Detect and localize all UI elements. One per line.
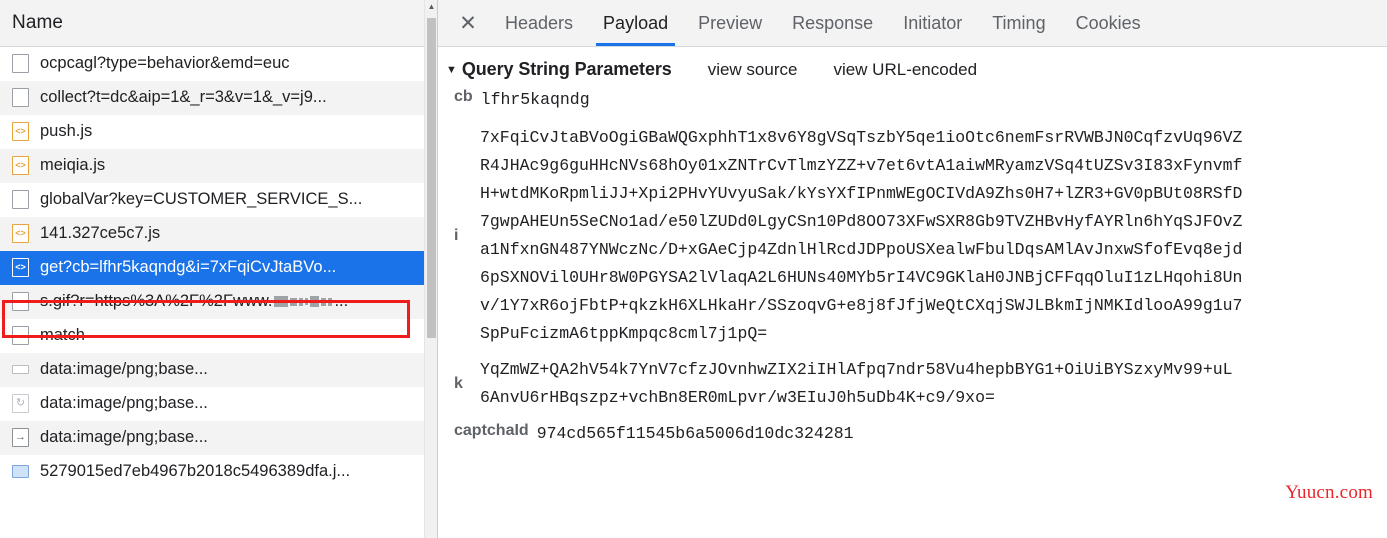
parameter-key: i [454, 227, 459, 244]
network-request-row[interactable]: 5279015ed7eb4967b2018c5496389dfa.j... [0, 455, 437, 489]
parameter-value-line: SpPuFcizmA6tppKmpqc8cml7j1pQ= [480, 324, 768, 343]
tab-initiator[interactable]: Initiator [888, 0, 977, 46]
network-request-row[interactable]: ↻ data:image/png;base... [0, 387, 437, 421]
query-parameter-row: i 7xFqiCvJtaBVoOgiGBaWQGxphhT1x8v6Y8gVSqT… [454, 124, 1387, 348]
network-request-row[interactable]: <> 141.327ce5c7.js [0, 217, 437, 251]
network-request-row[interactable]: match [0, 319, 437, 353]
network-row-container: ocpcagl?type=behavior&emd=euc collect?t=d… [0, 47, 437, 538]
query-parameter-list: cb lfhr5kaqndg i 7xFqiCvJtaBVoOgiGBaWQGxphh… [446, 86, 1387, 458]
request-name-ellipsis: ... [334, 292, 349, 310]
parameter-key: captchaId [454, 422, 529, 439]
request-name-label: 5279015ed7eb4967b2018c5496389dfa.j... [40, 462, 351, 480]
parameter-value-line: a1NfxnGN487YNWczNc/D+xGAeCjp4ZdnlHlRcdJD… [480, 240, 1243, 259]
request-name-label: match [40, 326, 85, 344]
network-request-row[interactable]: globalVar?key=CUSTOMER_SERVICE_S... [0, 183, 437, 217]
query-string-section-header[interactable]: ▼ Query String Parameters view source vi… [446, 59, 1387, 80]
network-request-row[interactable]: → data:image/png;base... [0, 421, 437, 455]
network-request-row[interactable]: <> push.js [0, 115, 437, 149]
document-icon [12, 88, 29, 107]
column-header-name[interactable]: Name [12, 12, 63, 34]
close-icon[interactable]: ✕ [446, 0, 490, 46]
parameter-value-line: R4JHAc9g6guHHcNVs68hOy01xZNTrCvTlmzYZZ+v… [480, 156, 1243, 175]
request-name-label: get?cb=lfhr5kaqndg&i=7xFqiCvJtaBVo... [40, 258, 337, 276]
parameter-value-line: 6pSXNOVil0UHr8W0PGYSA2lVlaqA2L6HUNs40MYb… [480, 268, 1243, 287]
tab-headers[interactable]: Headers [490, 0, 588, 46]
tab-preview[interactable]: Preview [683, 0, 777, 46]
request-name-label: globalVar?key=CUSTOMER_SERVICE_S... [40, 190, 363, 208]
query-parameter-row: captchaId 974cd565f11545b6a5006d10dc32428… [454, 420, 1387, 448]
request-name-label: collect?t=dc&aip=1&_r=3&v=1&_v=j9... [40, 88, 327, 106]
request-name-label: 141.327ce5c7.js [40, 224, 161, 242]
network-request-row[interactable]: collect?t=dc&aip=1&_r=3&v=1&_v=j9... [0, 81, 437, 115]
network-request-list-panel: Name ocpcagl?type=behavior&emd=euc collec… [0, 0, 438, 538]
javascript-icon: <> [12, 224, 29, 243]
view-source-link[interactable]: view source [708, 60, 798, 80]
devtools-window: Name ocpcagl?type=behavior&emd=euc collec… [0, 0, 1387, 538]
parameter-value-line: v/1Y7xR6ojFbtP+qkzkH6XLHkaHr/SSzoqvG+e8j… [480, 296, 1243, 315]
tab-payload[interactable]: Payload [588, 0, 683, 46]
placeholder-icon [12, 365, 29, 374]
redacted-text-block [273, 292, 333, 311]
document-icon [12, 54, 29, 73]
tab-timing[interactable]: Timing [977, 0, 1060, 46]
tab-cookies[interactable]: Cookies [1061, 0, 1156, 46]
parameter-value[interactable]: lfhr5kaqndg [481, 86, 590, 114]
request-name-label: push.js [40, 122, 93, 140]
detail-tab-bar: ✕ Headers Payload Preview Response Initiator… [438, 0, 1387, 47]
request-detail-panel: ✕ Headers Payload Preview Response Initiator… [438, 0, 1387, 538]
parameter-value-line: 7xFqiCvJtaBVoOgiGBaWQGxphhT1x8v6Y8gVSqTs… [480, 128, 1243, 147]
parameter-value-line: 6AnvU6rHBqszpz+vchBn8ER0mLpvr/w3EIuJ0h5u… [480, 388, 995, 407]
parameter-value-line: H+wtdMKoRpmliJJ+Xpi2PHvYUvyuSak/kYsYXfIP… [480, 184, 1243, 203]
view-url-encoded-link[interactable]: view URL-encoded [833, 60, 977, 80]
network-list-scrollbar[interactable]: ▲ [424, 0, 437, 538]
parameter-value-line: 7gwpAHEUn5SeCNo1ad/e50lZUDd0LgyCSn10Pd8O… [480, 212, 1243, 231]
row-spacer [454, 412, 1387, 420]
query-parameter-row: k YqZmWZ+QA2hV54k7YnV7cfzJOvnhwZIX2iIHlAf… [454, 356, 1387, 412]
scroll-up-arrow-icon[interactable]: ▲ [427, 2, 436, 11]
row-spacer [454, 348, 1387, 356]
tab-list: Headers Payload Preview Response Initiator Ti… [490, 0, 1156, 46]
request-name-label: s.gif?r=https%3A%2F%2Fwww. [40, 292, 273, 310]
request-name-label: ocpcagl?type=behavior&emd=euc [40, 54, 290, 72]
javascript-icon: <> [12, 156, 29, 175]
query-parameter-row: cb lfhr5kaqndg [454, 86, 1387, 114]
document-icon [12, 326, 29, 345]
chevron-down-icon[interactable]: ▼ [446, 65, 457, 76]
network-request-row[interactable]: ocpcagl?type=behavior&emd=euc [0, 47, 437, 81]
pending-icon: ↻ [12, 394, 29, 413]
request-name-label: data:image/png;base... [40, 360, 208, 378]
parameter-value[interactable]: 974cd565f11545b6a5006d10dc324281 [537, 420, 854, 448]
redirect-icon: → [12, 428, 29, 447]
section-title: Query String Parameters [461, 59, 672, 79]
row-spacer [454, 450, 1387, 458]
parameter-key: cb [454, 88, 473, 105]
network-request-row[interactable]: data:image/png;base... [0, 353, 437, 387]
document-icon [12, 190, 29, 209]
image-icon [12, 465, 29, 478]
network-request-row[interactable]: <> get?cb=lfhr5kaqndg&i=7xFqiCvJtaBVo... [0, 251, 437, 285]
document-icon [12, 292, 29, 311]
javascript-icon: <> [12, 122, 29, 141]
network-request-row[interactable]: s.gif?r=https%3A%2F%2Fwww.... [0, 285, 437, 319]
network-request-row[interactable]: <> meiqia.js [0, 149, 437, 183]
scrollbar-thumb[interactable] [427, 18, 436, 338]
javascript-icon: <> [12, 258, 29, 277]
parameter-value[interactable]: 7xFqiCvJtaBVoOgiGBaWQGxphhT1x8v6Y8gVSqTs… [480, 124, 1242, 348]
request-name-label: data:image/png;base... [40, 394, 208, 412]
parameter-value[interactable]: YqZmWZ+QA2hV54k7YnV7cfzJOvnhwZIX2iIHlAfp… [480, 356, 1233, 412]
network-list-header: Name [0, 0, 437, 47]
tab-response[interactable]: Response [777, 0, 888, 46]
row-spacer [454, 116, 1387, 124]
request-name-label: meiqia.js [40, 156, 106, 174]
parameter-value-line: YqZmWZ+QA2hV54k7YnV7cfzJOvnhwZIX2iIHlAfp… [480, 360, 1233, 379]
payload-content: ▼ Query String Parameters view source vi… [438, 47, 1387, 538]
parameter-key: k [454, 375, 463, 392]
request-name-label: data:image/png;base... [40, 428, 208, 446]
watermark-text: Yuucn.com [1285, 482, 1373, 503]
